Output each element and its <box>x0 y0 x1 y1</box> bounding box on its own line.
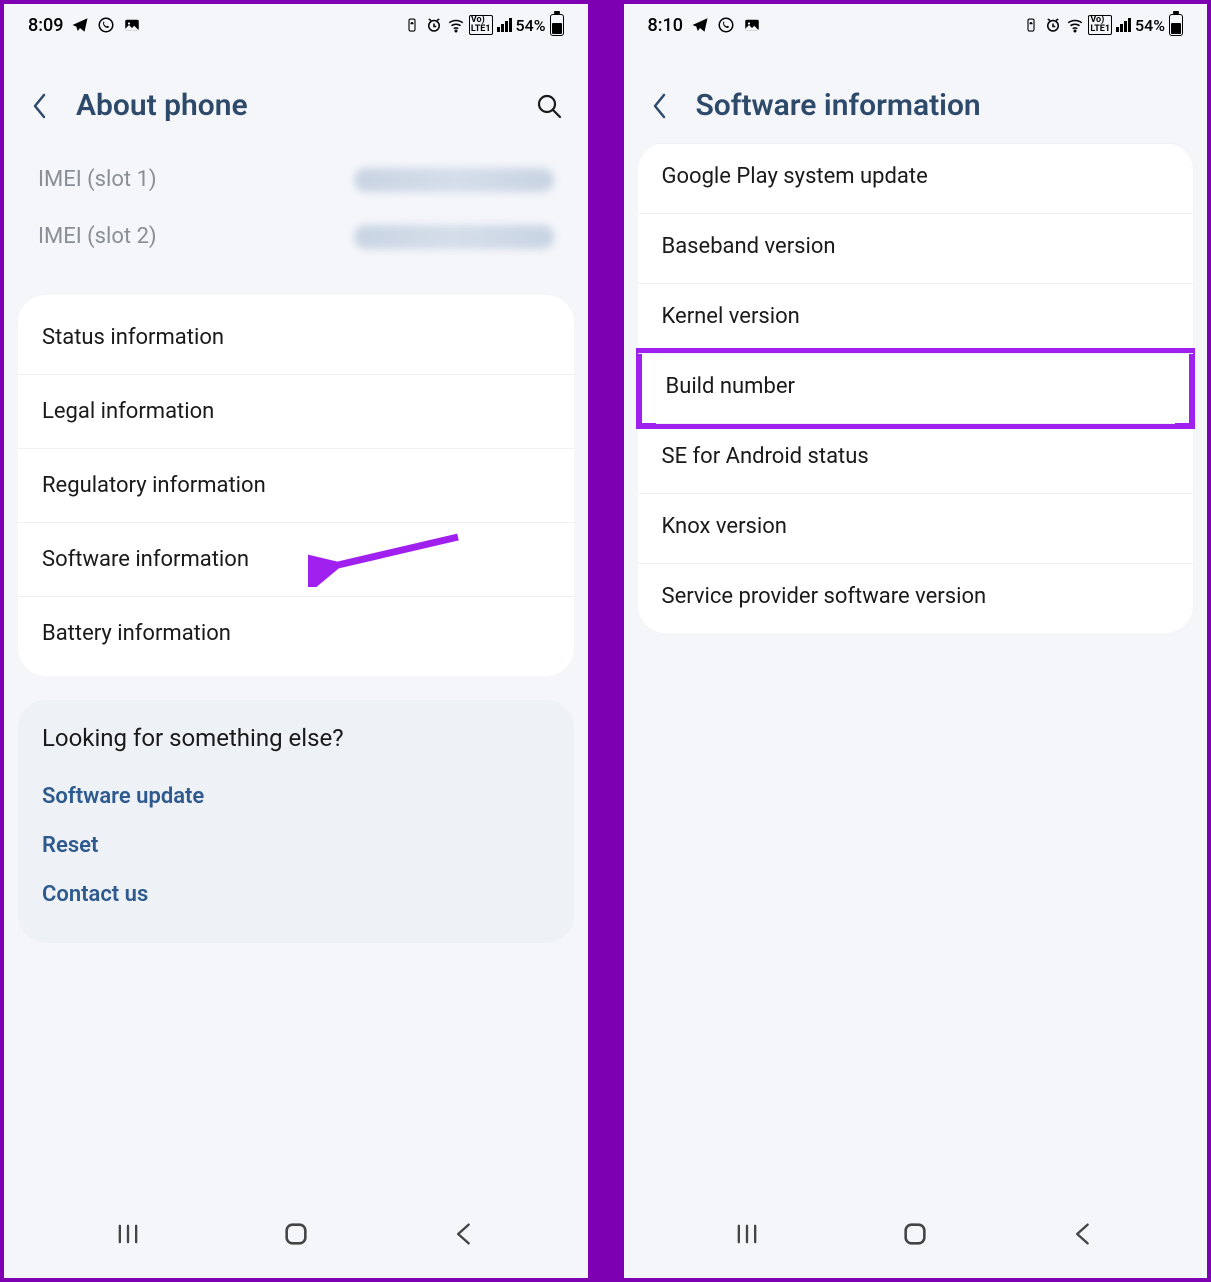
phone-left: 8:09 Vo)LTE1 54% <box>0 0 592 1282</box>
nav-back-button[interactable] <box>444 1214 484 1254</box>
looking-card: Looking for something else? Software upd… <box>18 700 574 943</box>
battery-icon <box>550 14 564 36</box>
status-left: 8:10 <box>648 15 761 36</box>
back-button[interactable] <box>648 94 672 118</box>
imei-label: IMEI (slot 2) <box>38 224 157 249</box>
item-baseband-version[interactable]: Baseband version <box>638 214 1194 284</box>
status-left: 8:09 <box>28 15 141 36</box>
back-button[interactable] <box>28 94 52 118</box>
imei-group: IMEI (slot 1) IMEI (slot 2) <box>18 143 574 295</box>
page-title: Software information <box>696 88 1184 123</box>
item-label: Battery information <box>42 621 231 646</box>
item-kernel-version[interactable]: Kernel version <box>638 284 1194 354</box>
item-label: Knox version <box>662 514 787 539</box>
item-google-play-update[interactable]: Google Play system update <box>638 144 1194 214</box>
highlight-build-number: Build number <box>636 348 1196 429</box>
imei-row[interactable]: IMEI (slot 2) <box>38 208 554 265</box>
item-label: SE for Android status <box>662 444 869 469</box>
alarm-icon <box>425 16 443 34</box>
nav-recents-button[interactable] <box>108 1214 148 1254</box>
imei-value-redacted <box>354 168 554 192</box>
item-regulatory-information[interactable]: Regulatory information <box>18 449 574 523</box>
status-bar: 8:09 Vo)LTE1 54% <box>4 4 588 44</box>
whatsapp-icon <box>97 16 115 34</box>
gallery-icon <box>743 16 761 34</box>
link-contact-us[interactable]: Contact us <box>42 870 550 919</box>
imei-label: IMEI (slot 1) <box>38 167 157 192</box>
gallery-icon <box>123 16 141 34</box>
battery-percent: 54% <box>516 16 546 35</box>
status-bar: 8:10 Vo)LTE1 54% <box>624 4 1208 44</box>
page-header: About phone <box>4 44 588 143</box>
link-reset[interactable]: Reset <box>42 821 550 870</box>
info-card: Status information Legal information Reg… <box>18 295 574 676</box>
item-label: Build number <box>666 374 795 399</box>
battery-icon <box>1169 14 1183 36</box>
item-label: Service provider software version <box>662 584 987 609</box>
nav-bar <box>4 1194 588 1278</box>
annotation-arrow-icon <box>308 527 468 587</box>
battery-saver-icon <box>403 16 421 34</box>
telegram-icon <box>71 16 89 34</box>
status-right: Vo)LTE1 54% <box>403 14 564 36</box>
status-time: 8:09 <box>28 15 63 36</box>
item-service-provider-version[interactable]: Service provider software version <box>638 564 1194 633</box>
nav-home-button[interactable] <box>895 1214 935 1254</box>
imei-value-redacted <box>354 225 554 249</box>
imei-row[interactable]: IMEI (slot 1) <box>38 151 554 208</box>
wifi-icon <box>447 16 465 34</box>
content-scroll[interactable]: Google Play system update Baseband versi… <box>624 143 1208 1194</box>
item-knox-version[interactable]: Knox version <box>638 494 1194 564</box>
item-label: Kernel version <box>662 304 800 329</box>
status-right: Vo)LTE1 54% <box>1022 14 1183 36</box>
item-label: Baseband version <box>662 234 836 259</box>
item-build-number[interactable]: Build number <box>642 354 1190 423</box>
volte-icon: Vo)LTE1 <box>1088 15 1112 35</box>
signal-icon <box>497 18 512 32</box>
item-label: Status information <box>42 325 224 350</box>
item-software-information[interactable]: Software information <box>18 523 574 597</box>
item-label: Software information <box>42 547 249 572</box>
page-header: Software information <box>624 44 1208 143</box>
search-button[interactable] <box>534 91 564 121</box>
telegram-icon <box>691 16 709 34</box>
nav-recents-button[interactable] <box>727 1214 767 1254</box>
page-title: About phone <box>76 88 510 123</box>
software-card: Google Play system update Baseband versi… <box>638 143 1194 633</box>
alarm-icon <box>1044 16 1062 34</box>
wifi-icon <box>1066 16 1084 34</box>
item-label: Regulatory information <box>42 473 266 498</box>
volte-icon: Vo)LTE1 <box>469 15 493 35</box>
looking-title: Looking for something else? <box>42 724 550 752</box>
item-label: Google Play system update <box>662 164 928 189</box>
whatsapp-icon <box>717 16 735 34</box>
battery-saver-icon <box>1022 16 1040 34</box>
item-battery-information[interactable]: Battery information <box>18 597 574 670</box>
signal-icon <box>1116 18 1131 32</box>
item-legal-information[interactable]: Legal information <box>18 375 574 449</box>
nav-home-button[interactable] <box>276 1214 316 1254</box>
item-status-information[interactable]: Status information <box>18 301 574 375</box>
phone-right: 8:10 Vo)LTE1 54% <box>620 0 1211 1282</box>
content-scroll[interactable]: IMEI (slot 1) IMEI (slot 2) Status infor… <box>4 143 588 1194</box>
item-label: Legal information <box>42 399 214 424</box>
item-se-android-status[interactable]: SE for Android status <box>638 424 1194 494</box>
status-time: 8:10 <box>648 15 683 36</box>
nav-back-button[interactable] <box>1063 1214 1103 1254</box>
nav-bar <box>624 1194 1208 1278</box>
link-software-update[interactable]: Software update <box>42 772 550 821</box>
battery-percent: 54% <box>1135 16 1165 35</box>
